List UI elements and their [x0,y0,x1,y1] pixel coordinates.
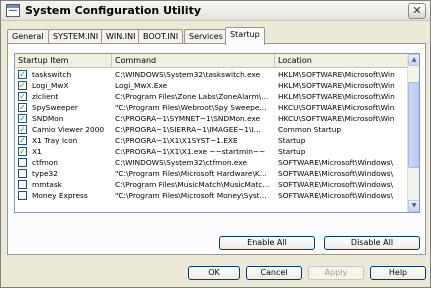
startup-item-name: X1 [32,147,42,156]
tab-services[interactable]: Services [184,29,228,44]
startup-item-command: "C:\Program Files\Microsoft Money\Syst..… [115,191,267,200]
startup-item-location: SOFTWARE\Microsoft\Windows\ [278,158,394,167]
list-item[interactable]: type32 "C:\Program Files\Microsoft Hardwa… [15,168,408,179]
startup-item-command: C:\WINDOWS\System32\ctfmon.exe [115,158,248,167]
startup-item-command: "C:\Program Files\Webroot\Spy Sweepe... [115,103,267,112]
help-button[interactable]: Help [370,266,426,280]
startup-item-command: "C:\Program Files\Microsoft Hardware\K..… [115,169,267,178]
cancel-button[interactable]: Cancel [246,266,302,280]
tab-general[interactable]: General [7,29,49,44]
startup-item-location: HKLM\SOFTWARE\Microsoft\Win [278,92,395,101]
startup-item-name: SpySweeper [32,103,78,112]
startup-item-location: SOFTWARE\Microsoft\Windows\ [278,191,394,200]
startup-list[interactable]: Startup Item Command Location ✓ taskswitc… [14,53,420,213]
list-header: Startup Item Command Location [15,54,408,68]
list-item[interactable]: ✓ zlclient C:\Program Files\Zone Labs\Zone… [15,91,408,102]
vertical-scrollbar[interactable]: ▲ ▼ [407,54,419,212]
startup-item-location: HKCU\SOFTWARE\Microsoft\Win [278,114,395,123]
startup-item-checkbox[interactable]: ✓ [18,147,27,156]
startup-item-name: X1 Tray Icon [32,136,78,145]
list-item[interactable]: ctfmon C:\WINDOWS\System32\ctfmon.exe SOFT… [15,157,408,168]
startup-item-command: C:\Program Files\MusicMatch\MusicMatc... [115,180,270,189]
startup-panel: Startup Item Command Location ✓ taskswitc… [7,43,426,255]
column-header-location[interactable]: Location [275,54,408,68]
system-configuration-window: System Configuration Utility ✕ General S… [0,0,431,288]
startup-item-command: C:\Program Files\Zone Labs\ZoneAlarm\... [115,92,269,101]
close-button[interactable]: ✕ [408,3,426,19]
tab-startup[interactable]: Startup [225,27,265,45]
disable-all-button[interactable]: Disable All [324,236,420,250]
list-item[interactable]: mmtask C:\Program Files\MusicMatch\MusicM… [15,179,408,190]
startup-item-checkbox[interactable]: ✓ [18,114,27,123]
startup-item-command: C:\PROGRA~1\SYMNET~1\SNDMon.exe [115,114,261,123]
scroll-down-button[interactable]: ▼ [408,200,419,212]
list-item[interactable]: ✓ SNDMon C:\PROGRA~1\SYMNET~1\SNDMon.exe HK… [15,113,408,124]
startup-item-location: Startup [278,147,306,156]
startup-item-command: C:\PROGRA~1\X1\X1.exe ~~startmin~~ [115,147,266,156]
startup-item-location: SOFTWARE\Microsoft\Windows\ [278,180,394,189]
startup-item-checkbox[interactable] [18,180,27,189]
startup-item-name: SNDMon [32,114,64,123]
app-icon [6,4,20,17]
startup-item-checkbox[interactable]: ✓ [18,92,27,101]
window-title: System Configuration Utility [25,4,201,17]
startup-item-checkbox[interactable]: ✓ [18,70,27,79]
startup-item-command: C:\WINDOWS\System32\taskswitch.exe [115,70,261,79]
startup-item-name: mmtask [32,180,62,189]
startup-rows: ✓ taskswitch C:\WINDOWS\System32\taskswitc… [15,69,408,201]
list-item[interactable]: ✓ Camio Viewer 2000 C:\PROGRA~1\SIERRA~1\I… [15,124,408,135]
startup-item-checkbox[interactable] [18,191,27,200]
startup-item-location: Common Startup [278,125,342,134]
startup-item-location: HKLM\SOFTWARE\Microsoft\Win [278,70,395,79]
list-item[interactable]: Money Express "C:\Program Files\Microsoft… [15,190,408,201]
apply-button: Apply [308,266,364,280]
startup-item-checkbox[interactable]: ✓ [18,81,27,90]
title-bar[interactable]: System Configuration Utility ✕ [1,1,430,21]
startup-item-location: SOFTWARE\Microsoft\Windows\ [278,169,394,178]
startup-item-location: HKCU\SOFTWARE\Microsoft\Win [278,103,395,112]
startup-item-name: Camio Viewer 2000 [32,125,105,134]
startup-item-checkbox[interactable] [18,169,27,178]
startup-item-name: Logi_MwX [32,81,69,90]
startup-item-name: Money Express [32,191,88,200]
startup-item-name: zlclient [32,92,59,101]
startup-item-checkbox[interactable]: ✓ [18,125,27,134]
startup-item-command: Logi_MwX.Exe [115,81,168,90]
startup-item-location: Startup [278,136,306,145]
startup-item-checkbox[interactable]: ✓ [18,136,27,145]
scroll-thumb[interactable] [408,82,419,168]
tab-boot-ini[interactable]: BOOT.INI [138,29,184,44]
list-item[interactable]: ✓ Logi_MwX Logi_MwX.Exe HKLM\SOFTWARE\Micro… [15,80,408,91]
scroll-up-button[interactable]: ▲ [408,54,419,66]
tab-win-ini[interactable]: WIN.INI [101,29,141,44]
ok-button[interactable]: OK [188,266,240,280]
list-item[interactable]: ✓ X1 Tray Icon C:\PROGRA~1\X1\X1SYST~1.EXE… [15,135,408,146]
column-header-startup-item[interactable]: Startup Item [15,54,112,68]
enable-all-button[interactable]: Enable All [219,236,315,250]
list-item[interactable]: ✓ taskswitch C:\WINDOWS\System32\taskswitc… [15,69,408,80]
startup-item-checkbox[interactable]: ✓ [18,103,27,112]
startup-item-name: taskswitch [32,70,72,79]
column-header-command[interactable]: Command [112,54,275,68]
startup-item-command: C:\PROGRA~1\X1\X1SYST~1.EXE [115,136,238,145]
startup-item-command: C:\PROGRA~1\SIERRA~1\IMAGEE~1\I... [115,125,261,134]
startup-item-location: HKLM\SOFTWARE\Microsoft\Win [278,81,395,90]
startup-item-checkbox[interactable] [18,158,27,167]
startup-item-name: type32 [32,169,58,178]
list-item[interactable]: ✓ SpySweeper "C:\Program Files\Webroot\Spy… [15,102,408,113]
startup-item-name: ctfmon [32,158,58,167]
tab-system-ini[interactable]: SYSTEM.INI [48,29,104,44]
list-item[interactable]: ✓ X1 C:\PROGRA~1\X1\X1.exe ~~startmin~~ Sta… [15,146,408,157]
